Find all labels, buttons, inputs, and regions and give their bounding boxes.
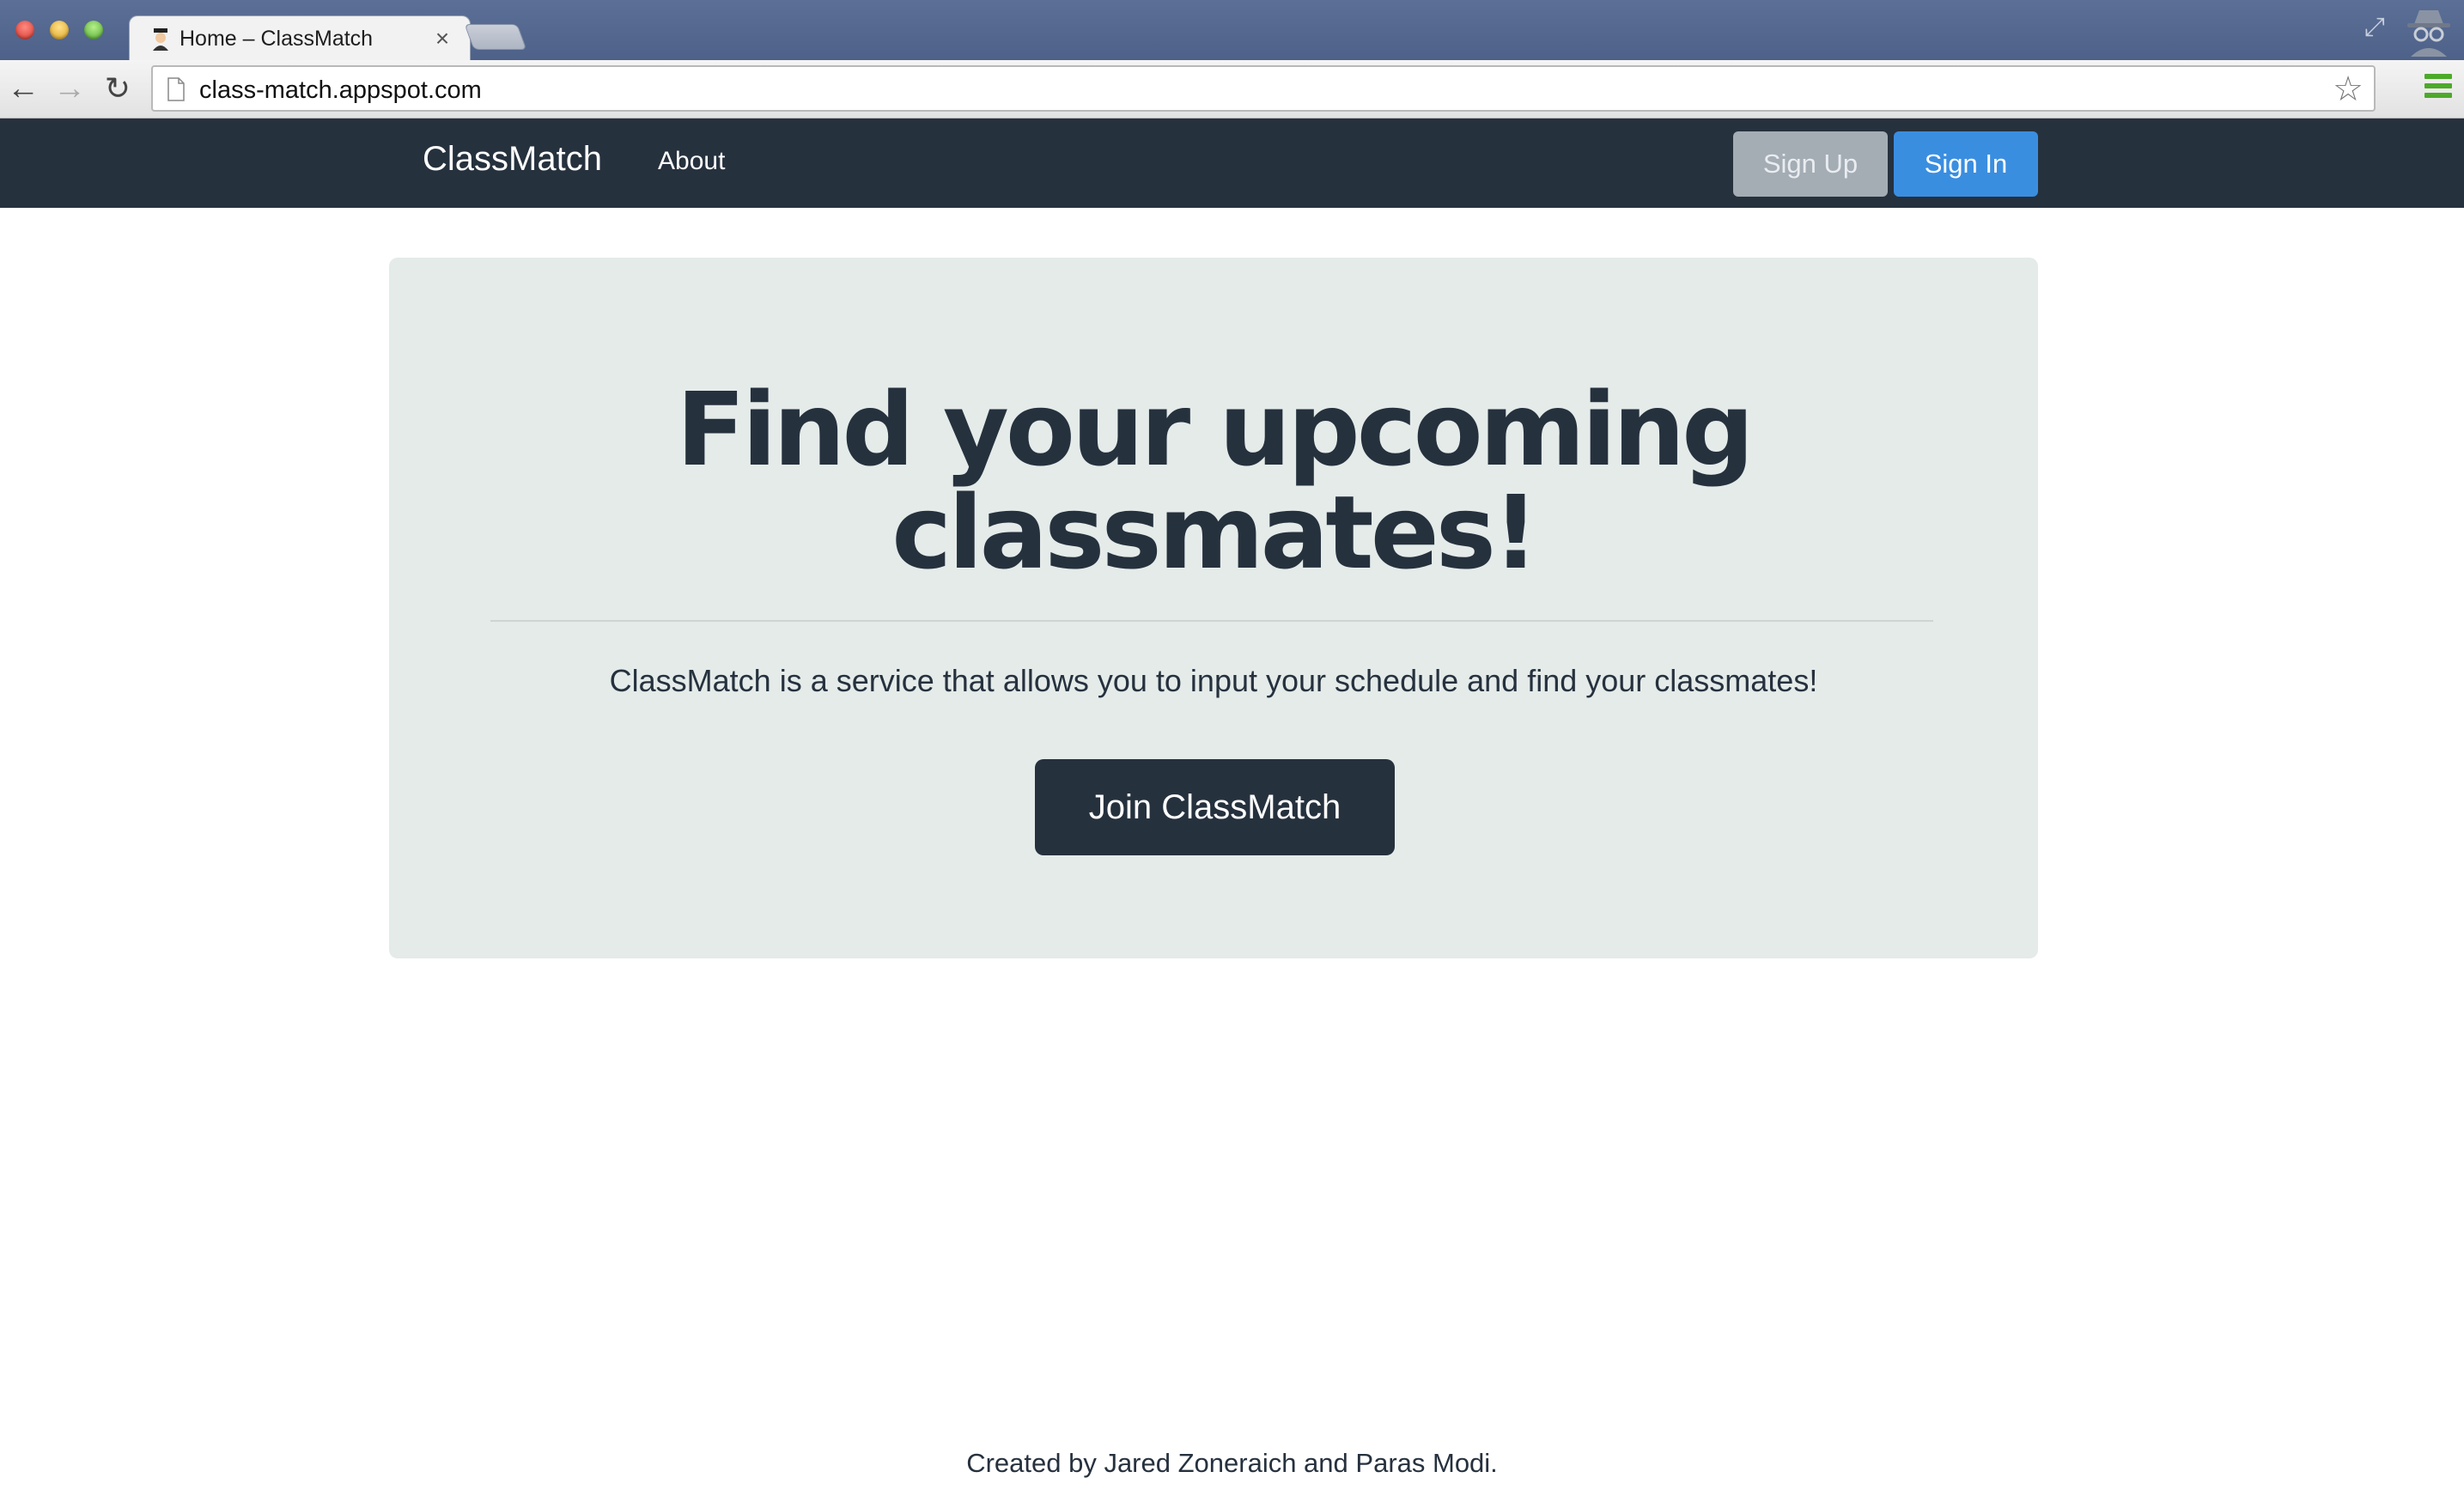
expand-icon[interactable]: ⤢ (2359, 12, 2390, 43)
arrow-right-icon[interactable]: → (50, 69, 89, 108)
window-minimize-button[interactable] (50, 21, 69, 40)
tab-close-icon[interactable]: × (430, 25, 454, 52)
reload-icon[interactable]: ↻ (98, 69, 137, 108)
incognito-icon (2407, 10, 2450, 57)
hero-title-line-2: classmates! (891, 473, 1539, 592)
sign-up-button[interactable]: Sign Up (1733, 131, 1888, 197)
window-maximize-button[interactable] (84, 21, 103, 40)
browser-titlebar: Home – ClassMatch × ⤢ (0, 0, 2464, 62)
tab-title: Home – ClassMatch (179, 27, 374, 51)
address-bar[interactable]: class-match.appspot.com ☆ (151, 65, 2376, 112)
browser-toolbar: ← → ↻ class-match.appspot.com ☆ (0, 60, 2464, 119)
arrow-left-icon[interactable]: ← (3, 69, 43, 108)
sign-in-button[interactable]: Sign In (1894, 131, 2038, 197)
hero-title-line-1: Find your upcoming (676, 370, 1754, 489)
footer-credits: Created by Jared Zoneraich and Paras Mod… (966, 1448, 1498, 1478)
join-classmatch-button[interactable]: Join ClassMatch (1035, 759, 1395, 855)
favicon-icon (153, 28, 168, 51)
url-text: class-match.appspot.com (199, 76, 482, 104)
hero-divider (490, 620, 1933, 622)
brand-logo-link[interactable]: ClassMatch (423, 140, 602, 179)
page-icon (167, 77, 185, 101)
star-icon[interactable]: ☆ (2333, 72, 2364, 106)
hero-description: ClassMatch is a service that allows you … (609, 663, 1818, 698)
hero-jumbotron: Find your upcoming classmates! ClassMatc… (389, 258, 2038, 958)
nav-link-about[interactable]: About (658, 147, 725, 176)
window-close-button[interactable] (15, 21, 34, 40)
browser-tab-active[interactable]: Home – ClassMatch × (129, 15, 471, 62)
menu-icon[interactable] (2424, 74, 2452, 101)
site-navbar: ClassMatch About Sign Up Sign In (0, 119, 2464, 208)
hero-title: Find your upcoming classmates! (389, 378, 2038, 584)
new-tab-button[interactable] (464, 24, 527, 50)
